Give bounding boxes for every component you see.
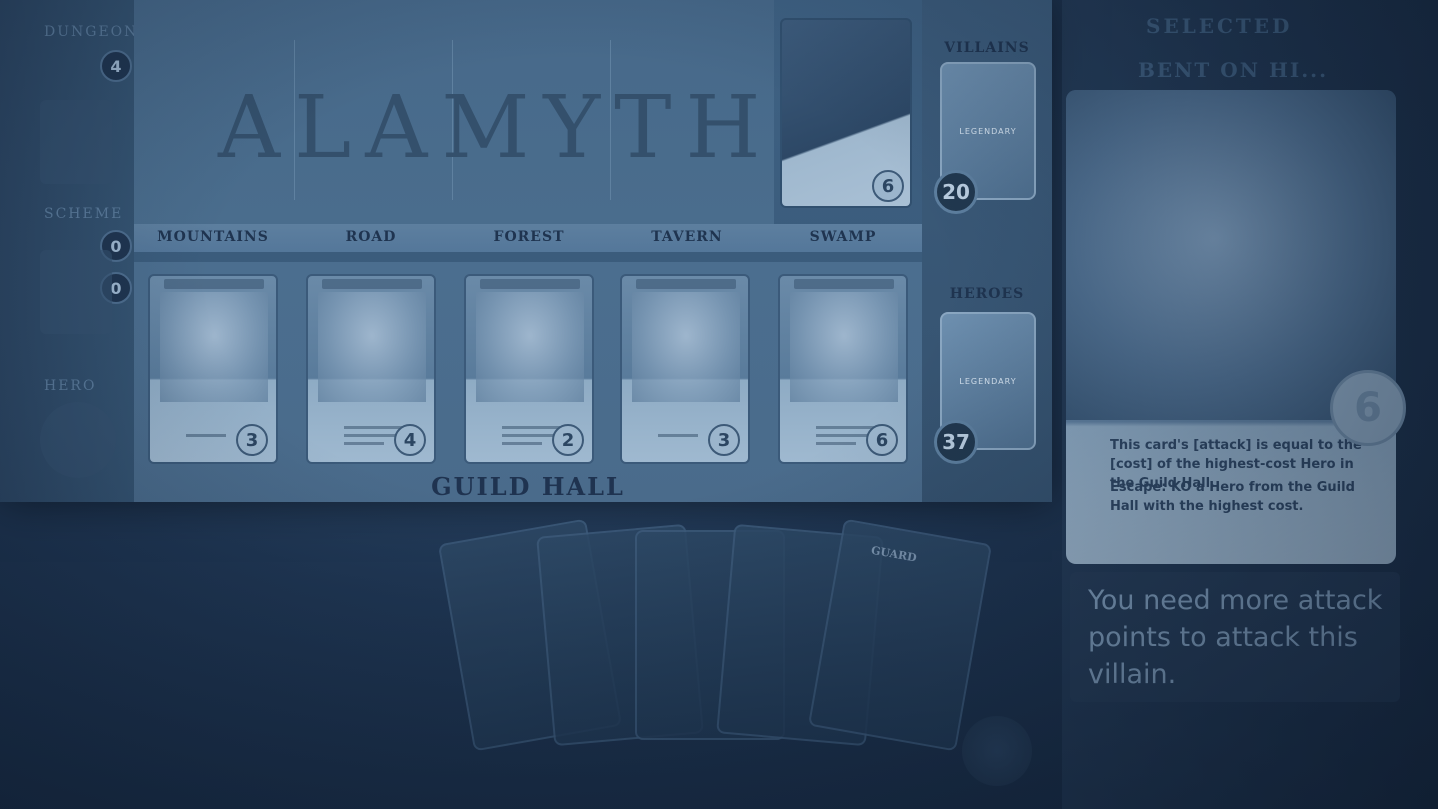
hand-card-name: GUARD <box>870 543 918 565</box>
game-board: DUNGEON 4 SCHEME 0 0 HERO ALAMYTH MOUNTA… <box>0 0 1052 502</box>
card-art <box>318 292 426 402</box>
deck-column: VILLAINS LEGENDARY 20 HEROES LEGENDARY 3… <box>922 0 1052 502</box>
legendary-logo: LEGENDARY <box>959 376 1017 386</box>
logo-area: ALAMYTH <box>134 0 774 224</box>
villains-count: 20 <box>934 170 978 214</box>
selected-card-name: BENT ON HI... <box>1138 58 1329 82</box>
villain-in-swamp[interactable]: 6 <box>780 18 912 208</box>
location-swamp: SWAMP <box>809 229 877 245</box>
card-art <box>632 292 740 402</box>
selected-title: SELECTED <box>1146 14 1293 38</box>
card-art <box>790 292 898 402</box>
scheme-label: SCHEME <box>44 206 124 222</box>
selected-card: This card's [attack] is equal to the [co… <box>1066 90 1396 564</box>
selected-card-art <box>1066 90 1396 420</box>
scheme-card[interactable] <box>40 250 112 334</box>
location-mountains: MOUNTAINS <box>157 229 269 245</box>
player-hand: GUARD <box>437 518 1000 752</box>
card-cost: 2 <box>552 424 584 456</box>
message-box: You need more attack points to attack th… <box>1070 572 1400 702</box>
selected-card-panel: SELECTED This card's [attack] is equal t… <box>1062 0 1438 809</box>
hero-token[interactable] <box>40 402 116 478</box>
end-turn-button[interactable] <box>962 716 1032 786</box>
status-message: You need more attack points to attack th… <box>1088 585 1383 690</box>
guild-hall: 3 4 2 3 6 GUILD HALL <box>134 262 922 502</box>
card-name-bar <box>322 279 422 289</box>
selected-card-cost: 6 <box>1330 370 1406 446</box>
card-cost: 3 <box>236 424 268 456</box>
heroes-count: 37 <box>934 420 978 464</box>
card-name-bar <box>480 279 580 289</box>
dungeon-card[interactable] <box>40 100 112 184</box>
location-bar: MOUNTAINS ROAD FOREST TAVERN SWAMP <box>134 224 922 252</box>
guild-card-3[interactable]: 2 <box>464 274 594 464</box>
card-art <box>476 292 584 402</box>
card-name-bar <box>636 279 736 289</box>
location-road: ROAD <box>345 229 397 245</box>
villain-cost: 6 <box>872 170 904 202</box>
game-logo: ALAMYTH <box>218 78 775 178</box>
guild-card-5[interactable]: 6 <box>778 274 908 464</box>
guild-card-4[interactable]: 3 <box>620 274 750 464</box>
location-forest: FOREST <box>493 229 565 245</box>
card-cost: 6 <box>866 424 898 456</box>
legendary-logo: LEGENDARY <box>959 126 1017 136</box>
card-cost: 3 <box>708 424 740 456</box>
dungeon-label: DUNGEON <box>44 24 139 40</box>
card-cost: 4 <box>394 424 426 456</box>
location-tavern: TAVERN <box>651 229 723 245</box>
card-art <box>160 292 268 402</box>
guild-card-1[interactable]: 3 <box>148 274 278 464</box>
guild-card-2[interactable]: 4 <box>306 274 436 464</box>
hero-label: HERO <box>44 378 97 394</box>
card-name-bar <box>794 279 894 289</box>
heroes-label: HEROES <box>949 286 1025 302</box>
dungeon-count: 4 <box>100 50 132 82</box>
card-name-bar <box>164 279 264 289</box>
left-column: DUNGEON 4 SCHEME 0 0 HERO <box>0 0 136 502</box>
selected-ability-2: Escape: KO a Hero from the Guild Hall wi… <box>1110 480 1355 514</box>
guild-hall-title: GUILD HALL <box>431 472 625 501</box>
villains-label: VILLAINS <box>944 40 1030 56</box>
